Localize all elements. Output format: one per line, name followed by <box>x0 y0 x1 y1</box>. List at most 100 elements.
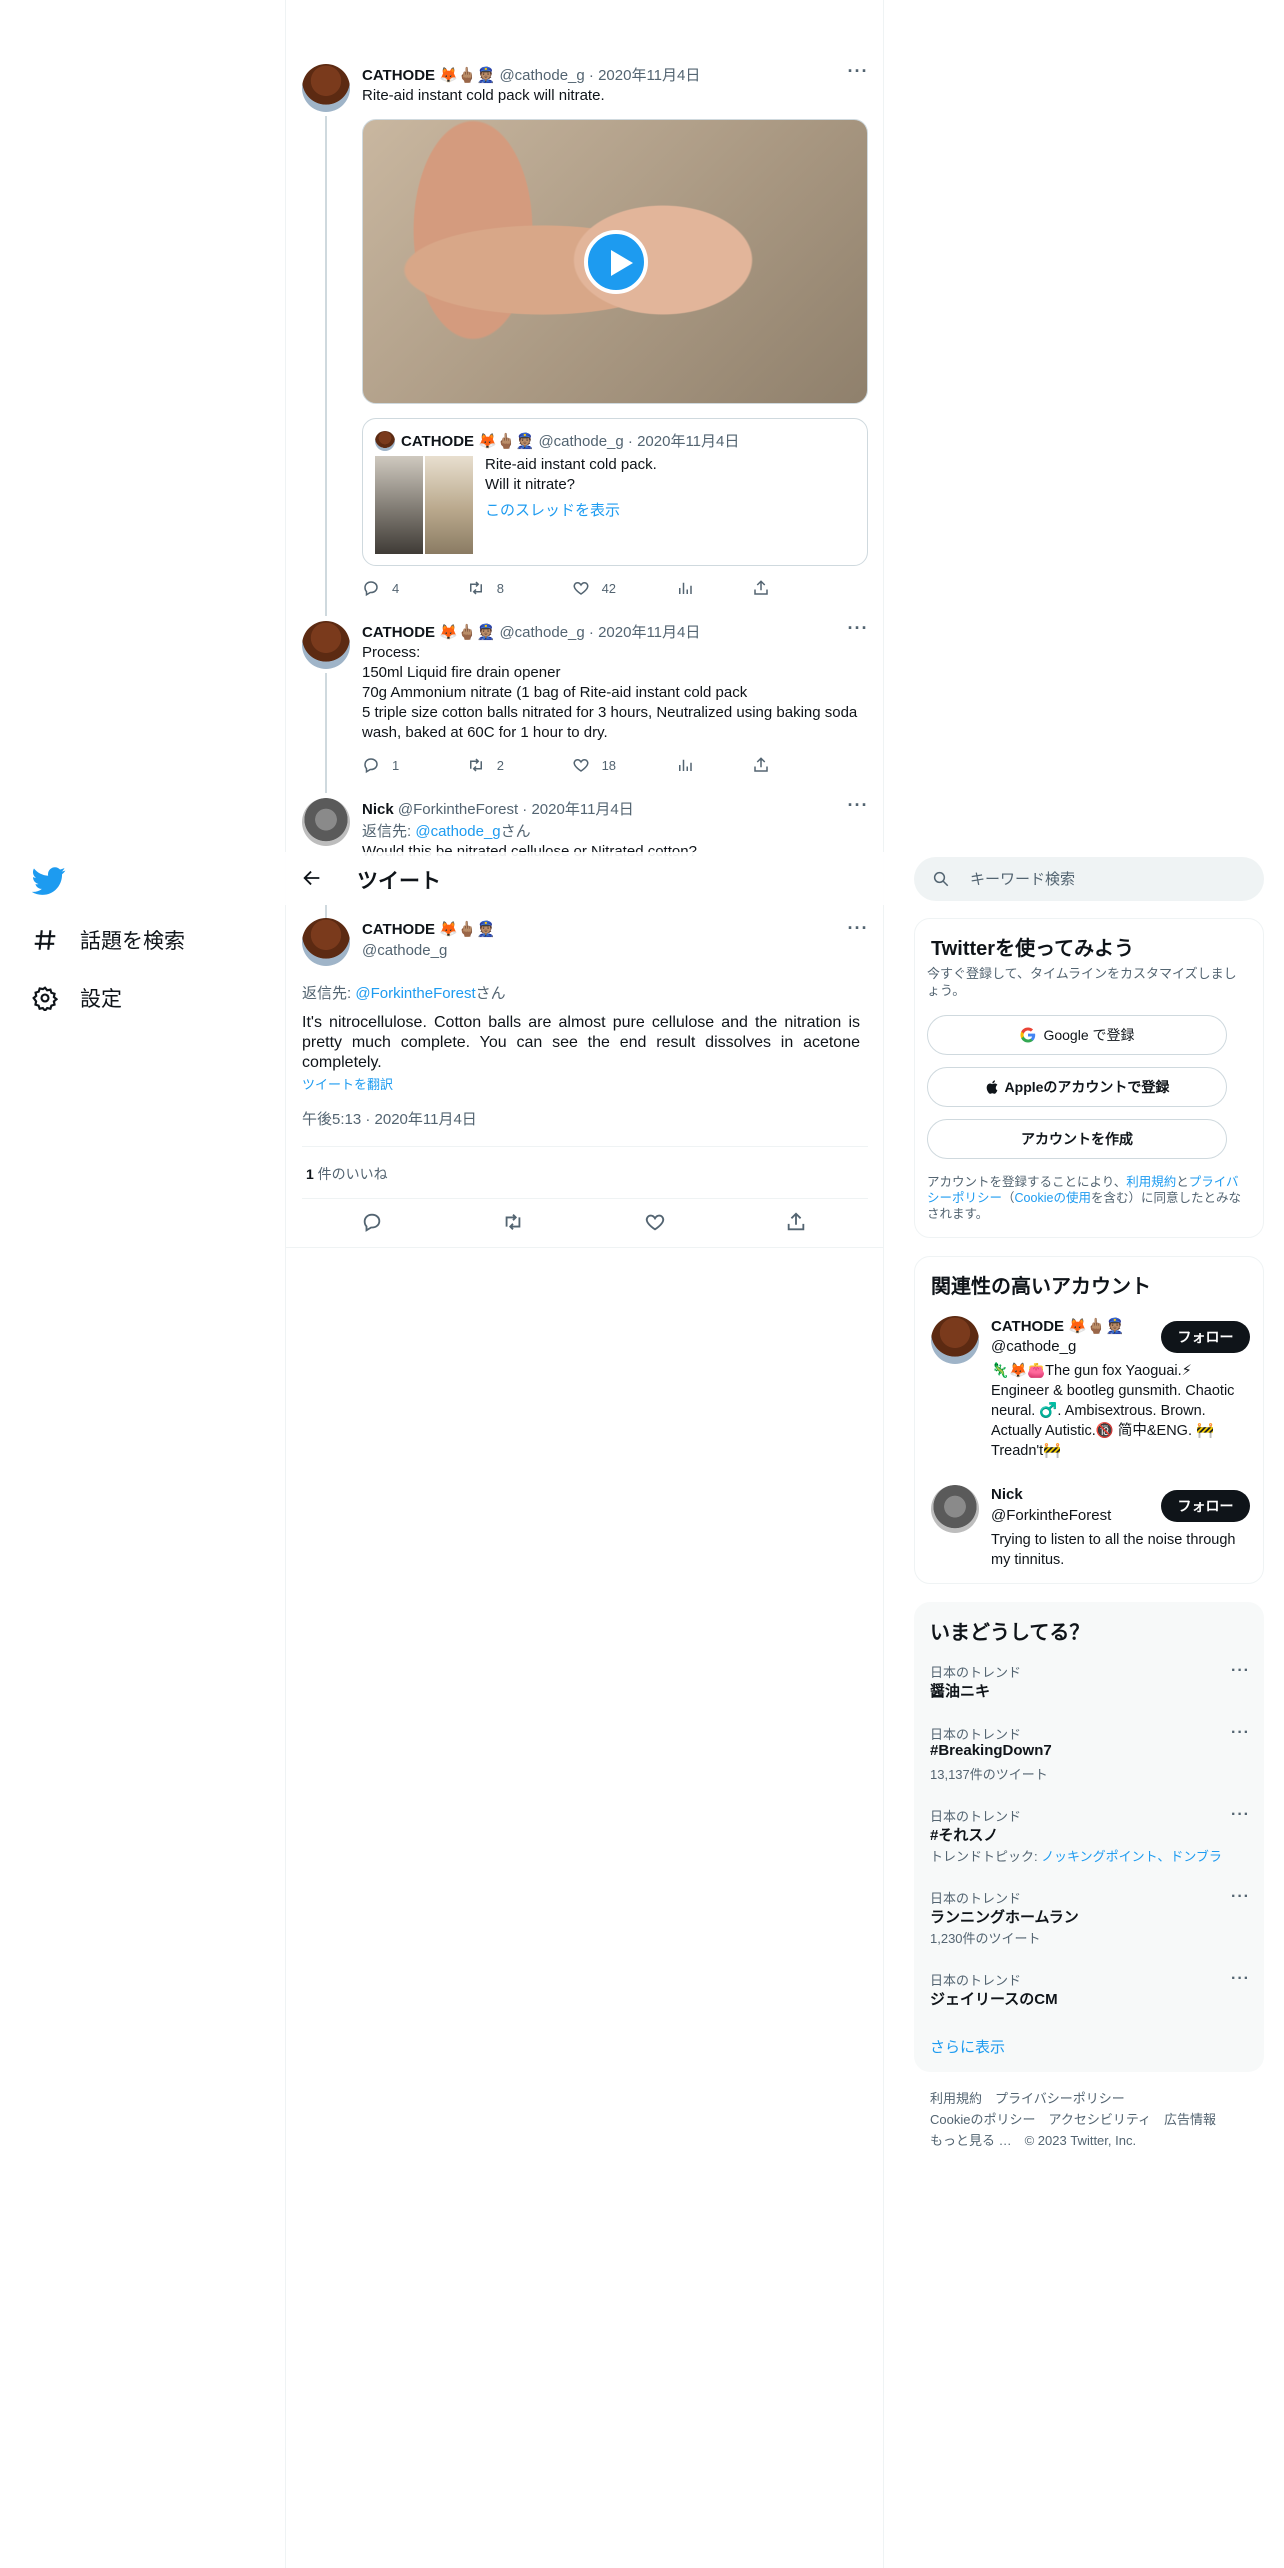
handle-row: @cathode_g <box>362 942 447 959</box>
analytics-button[interactable] <box>676 756 752 774</box>
footer-links[interactable]: Cookieのポリシー アクセシビリティ 広告情報 <box>930 2109 1216 2128</box>
quote-image-2[interactable] <box>425 456 473 554</box>
trend-item[interactable]: 日本のトレンド ランニングホームラン 1,230件のツイート ··· <box>914 1886 1264 1968</box>
signup-title: Twitterを使ってみよう <box>931 938 1135 960</box>
search-box[interactable] <box>914 857 1264 901</box>
play-icon[interactable] <box>584 230 648 294</box>
retweet-icon[interactable] <box>502 1211 524 1233</box>
more-options-icon[interactable]: ··· <box>846 796 870 822</box>
create-account-button[interactable]: アカウントを作成 <box>927 1119 1227 1159</box>
search-input[interactable] <box>970 857 1250 901</box>
trend-item[interactable]: 日本のトレンド #BreakingDown7 13,137件のツイート ··· <box>914 1722 1264 1804</box>
avatar[interactable] <box>931 1316 979 1364</box>
account-name-row: CATHODE 🦊🖕🏽👮🏽 <box>991 1317 1124 1335</box>
avatar[interactable] <box>302 621 350 669</box>
handle[interactable]: @cathode_g <box>499 624 584 641</box>
follow-button[interactable]: フォロー <box>1161 1321 1250 1353</box>
show-more-link[interactable]: さらに表示 <box>930 2036 1005 2057</box>
handle[interactable]: @cathode_g <box>991 1338 1076 1355</box>
divider <box>302 1146 868 1147</box>
tweet-date[interactable]: 2020年11月4日 <box>598 624 700 641</box>
back-arrow-icon[interactable] <box>301 867 323 889</box>
follow-button[interactable]: フォロー <box>1161 1490 1250 1522</box>
display-name[interactable]: CATHODE <box>991 1318 1064 1335</box>
handle[interactable]: @ForkintheForest <box>991 1507 1111 1524</box>
trend-tweet-count: 1,230件のツイート <box>930 1931 1041 1946</box>
apple-signup-button[interactable]: Appleのアカウントで登録 <box>927 1067 1227 1107</box>
reply-to-handle[interactable]: @ForkintheForest <box>355 985 475 1002</box>
heart-icon[interactable] <box>644 1211 666 1233</box>
reply-button[interactable]: 4 <box>362 579 467 597</box>
analytics-icon <box>679 582 693 594</box>
share-icon[interactable] <box>785 1211 807 1233</box>
trend-name: ランニングホームラン <box>930 1909 1079 1926</box>
reply-to-handle[interactable]: @cathode_g <box>415 823 500 840</box>
trend-item[interactable]: 日本のトレンド ジェイリースのCM ··· <box>914 1968 1264 2030</box>
cookie-link[interactable]: Cookieの使用 <box>1015 1191 1091 1205</box>
tweet-date[interactable]: 2020年11月4日 <box>531 801 633 818</box>
display-name[interactable]: CATHODE <box>362 624 435 641</box>
quote-tweet-card[interactable]: CATHODE 🦊🖕🏽👮🏽 @cathode_g · 2020年11月4日 Ri… <box>362 418 868 566</box>
like-stats[interactable]: 1 件のいいね <box>306 1164 388 1184</box>
tweet-date: 2020年11月4日 <box>637 433 740 450</box>
handle[interactable]: @ForkintheForest <box>398 801 518 818</box>
share-button[interactable] <box>752 579 782 597</box>
show-thread-link[interactable]: このスレッドを表示 <box>485 501 620 521</box>
footer-links[interactable]: 利用規約 プライバシーポリシー <box>930 2088 1125 2107</box>
analytics-button[interactable] <box>676 579 752 597</box>
twitter-bird-icon[interactable] <box>32 864 66 898</box>
display-name[interactable]: CATHODE <box>362 67 435 84</box>
nav-explore[interactable]: 話題を検索 <box>32 920 185 960</box>
display-name[interactable]: CATHODE <box>362 921 435 938</box>
share-icon <box>754 757 768 772</box>
trend-more-icon[interactable]: ··· <box>1231 1970 1250 1988</box>
avatar[interactable] <box>302 918 350 966</box>
legal-text: アカウントを登録することにより、 <box>927 1175 1127 1189</box>
tweet-date[interactable]: 2020年11月4日 <box>598 67 700 84</box>
trend-topic-links[interactable]: ノッキングポイント、ドンブラ <box>1041 1849 1222 1864</box>
trend-item[interactable]: 日本のトレンド #それスノ トレンドトピック: ノッキングポイント、ドンブラ ·… <box>914 1804 1264 1886</box>
quote-image-1[interactable] <box>375 456 423 554</box>
signup-subtitle: 今すぐ登録して、タイムラインをカスタマイズしましょう。 <box>927 966 1237 998</box>
heart-icon <box>573 758 589 772</box>
more-options-icon[interactable]: ··· <box>846 62 870 88</box>
retweet-button[interactable]: 2 <box>467 756 572 774</box>
reply-prefix: 返信先: <box>302 985 356 1002</box>
gear-icon <box>32 986 58 1011</box>
nav-settings[interactable]: 設定 <box>32 978 122 1018</box>
tweet-timestamp[interactable]: 午後5:13 · 2020年11月4日 <box>302 1110 477 1130</box>
avatar[interactable] <box>931 1485 979 1533</box>
more-options-icon[interactable]: ··· <box>846 619 870 645</box>
display-name[interactable]: Nick <box>362 801 394 818</box>
thread-connector-line <box>325 116 327 616</box>
like-button[interactable]: 18 <box>572 756 677 774</box>
avatar[interactable] <box>302 798 350 846</box>
trend-more-icon[interactable]: ··· <box>1231 1724 1250 1742</box>
reply-icon[interactable] <box>361 1211 383 1233</box>
translate-link[interactable]: ツイートを翻訳 <box>302 1075 393 1095</box>
more-options-icon[interactable]: ··· <box>846 919 870 945</box>
retweet-button[interactable]: 8 <box>467 579 572 597</box>
trend-more-icon[interactable]: ··· <box>1231 1888 1250 1906</box>
share-button[interactable] <box>752 756 782 774</box>
tweet-page-header: ツイート <box>285 852 884 905</box>
video-player[interactable] <box>362 119 868 404</box>
trend-more-icon[interactable]: ··· <box>1231 1662 1250 1680</box>
apple-signup-label: Appleのアカウントで登録 <box>1004 1079 1170 1095</box>
terms-link[interactable]: 利用規約 <box>1126 1175 1176 1189</box>
tweet-text: It's nitrocellulose. Cotton balls are al… <box>302 1014 860 1071</box>
trend-item[interactable]: 日本のトレンド 醤油ニキ ··· <box>914 1660 1264 1722</box>
reply-button[interactable]: 1 <box>362 756 467 774</box>
like-button[interactable]: 42 <box>572 579 677 597</box>
footer-links[interactable]: もっと見る … © 2023 Twitter, Inc. <box>930 2130 1136 2149</box>
avatar <box>375 431 395 451</box>
google-signup-button[interactable]: Google で登録 <box>927 1015 1227 1055</box>
trend-name: 醤油ニキ <box>930 1683 991 1700</box>
handle[interactable]: @cathode_g <box>499 67 584 84</box>
retweet-icon <box>469 758 482 772</box>
avatar[interactable] <box>302 64 350 112</box>
sidebar-right: Twitterを使ってみよう 今すぐ登録して、タイムラインをカスタマイズしましょ… <box>900 0 1284 2568</box>
handle[interactable]: @cathode_g <box>362 942 447 959</box>
trend-more-icon[interactable]: ··· <box>1231 1806 1250 1824</box>
display-name[interactable]: Nick <box>991 1486 1023 1503</box>
